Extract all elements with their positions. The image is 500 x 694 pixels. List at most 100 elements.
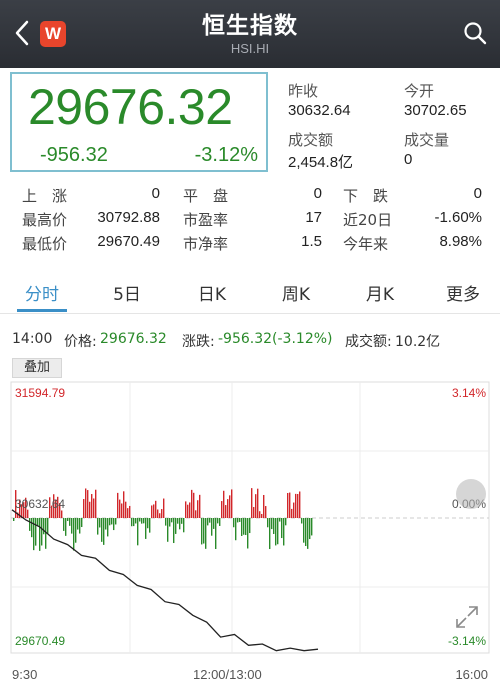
volume-bar (181, 518, 183, 524)
tab-5day[interactable]: 5日 (92, 280, 162, 305)
stats-row: 最高价 30792.88 市盈率 17 近20日 -1.60% (0, 209, 500, 231)
volume-bar (277, 518, 279, 545)
volume-bar (89, 501, 91, 518)
volume-bar (171, 518, 173, 523)
prev-close-value: 30632.64 (288, 102, 351, 119)
volume-bar (229, 495, 231, 518)
volume-bar (173, 518, 175, 544)
volume-bar (83, 499, 85, 518)
volume-bar (167, 518, 169, 542)
stat-label: 市盈率 (183, 211, 229, 229)
volume-bar (309, 518, 311, 540)
volume-bar (227, 499, 229, 518)
volume-bar (153, 504, 155, 518)
volume-bar (175, 518, 177, 534)
volume-bar (39, 518, 41, 551)
volume-bar (289, 492, 291, 518)
volume-bar (271, 518, 273, 530)
stat-label: 平 盘 (183, 187, 229, 205)
tab-more[interactable]: 更多 (428, 280, 498, 305)
volume-bar (91, 494, 93, 518)
turnover-value: 2,454.8亿 (288, 154, 354, 171)
price-line (11, 509, 319, 652)
volume-bar (301, 518, 303, 524)
volume-bar (287, 492, 289, 518)
volume-bar (307, 518, 309, 549)
volume-bar (71, 518, 73, 534)
volume-bar (149, 518, 151, 533)
tab-intraday[interactable]: 分时 (7, 280, 77, 305)
volume-bar (117, 492, 119, 518)
volume-bar (239, 518, 241, 522)
info-price-label: 价格: (64, 334, 97, 350)
y-axis-bottom-label: 29670.49 (15, 634, 66, 648)
volume-bar (139, 518, 141, 522)
volume-bar (129, 505, 131, 518)
stat-value: 0 (151, 185, 160, 202)
volume-bar (113, 518, 115, 531)
volume-bar (259, 511, 261, 518)
volume-bar (65, 518, 67, 536)
volume-bar (263, 494, 265, 518)
crosshair-info: 14:00 价格: 29676.32 涨跌: -956.32(-3.12%) 成… (0, 331, 500, 353)
volume-bar (295, 493, 297, 518)
chart-tabs: 分时 5日 日K 周K 月K 更多 (0, 270, 500, 314)
stat-label: 市净率 (183, 235, 229, 253)
volume-bar (111, 518, 113, 525)
volume-bar (273, 518, 275, 534)
tab-monthly-k[interactable]: 月K (345, 280, 415, 305)
app-header: W 恒生指数 HSI.HI (0, 0, 500, 68)
volume-value: 0 (404, 151, 413, 168)
volume-bar (185, 501, 187, 518)
fullscreen-icon[interactable] (454, 604, 480, 630)
volume-bar (103, 518, 105, 545)
volume-bar (133, 518, 135, 527)
overlay-button[interactable]: 叠加 (12, 358, 62, 378)
volume-bar (261, 513, 263, 518)
volume-bar (257, 488, 259, 518)
volume-bar (67, 518, 69, 522)
stat-value: 17 (305, 209, 322, 226)
chart-scroll-handle[interactable] (456, 479, 486, 509)
info-change-value: -956.32(-3.12%) (218, 331, 333, 347)
volume-bar (125, 501, 127, 518)
volume-bar (275, 518, 277, 546)
volume-bar (69, 518, 71, 526)
volume-bar (105, 518, 107, 530)
volume-bar (189, 502, 191, 518)
volume-bar (243, 518, 245, 535)
stat-label: 下 跌 (343, 187, 389, 205)
info-turnover-label: 成交额: (345, 334, 392, 350)
stats-row: 上 涨 0 平 盘 0 下 跌 0 (0, 185, 500, 207)
volume-bar (73, 518, 75, 551)
stat-label: 最高价 (22, 211, 68, 229)
volume-bar (131, 518, 133, 527)
volume-bar (85, 488, 87, 518)
volume-bar (163, 498, 165, 518)
volume-bar (143, 518, 145, 524)
volume-bar (17, 512, 19, 518)
volume-bar (63, 518, 65, 531)
search-icon[interactable] (462, 20, 488, 46)
page-subtitle: HSI.HI (230, 41, 270, 56)
y-axis-top-label: 31594.79 (15, 386, 66, 400)
tab-daily-k[interactable]: 日K (177, 280, 247, 305)
volume-bar (93, 498, 95, 518)
info-price-value: 29676.32 (100, 331, 167, 347)
volume-bar (285, 518, 287, 526)
volume-bar (119, 499, 121, 518)
volume-bar (283, 518, 285, 546)
current-price: 29676.32 (28, 79, 233, 135)
volume-bar (137, 518, 139, 546)
volume-bar (219, 518, 221, 526)
y-axis-mid-label: 30632.64 (15, 497, 66, 511)
tab-weekly-k[interactable]: 周K (261, 280, 331, 305)
volume-bar (269, 518, 271, 550)
volume-bar (179, 518, 181, 530)
volume-bar (161, 509, 163, 518)
volume-bar (45, 518, 47, 549)
volume-bar (305, 518, 307, 547)
price-box: 29676.32 -956.32 -3.12% (10, 72, 268, 172)
active-tab-indicator (17, 309, 67, 312)
volume-bar (97, 518, 99, 535)
